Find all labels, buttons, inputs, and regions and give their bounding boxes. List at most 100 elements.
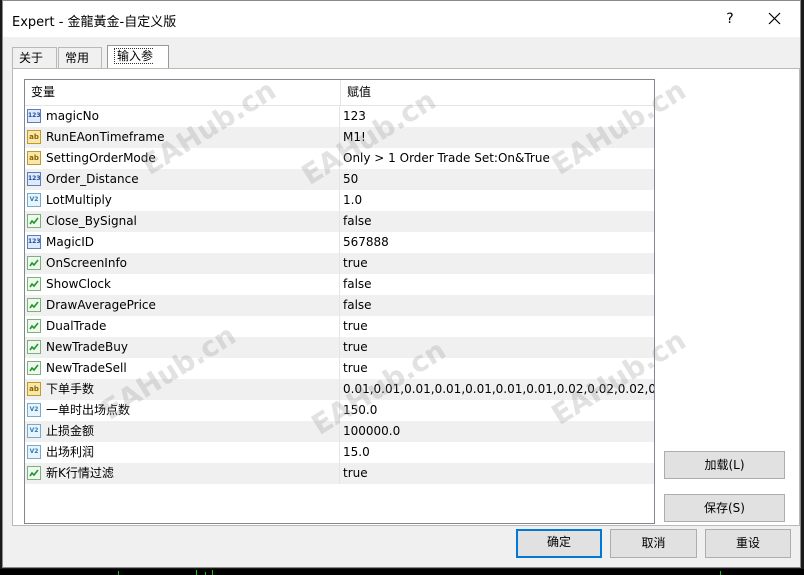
table-body: 123 magicNo 123 ab RunEAonTimeframe M1! ab Sett… xyxy=(25,106,654,484)
table-row[interactable]: V2 一单时出场点数 150.0 xyxy=(25,400,654,421)
table-row[interactable]: 123 Order_Distance 50 xyxy=(25,169,654,190)
table-row[interactable]: ShowClock false xyxy=(25,274,654,295)
parameter-value[interactable]: false xyxy=(342,274,654,295)
tab-common[interactable]: 常用 xyxy=(58,47,102,68)
parameter-value[interactable]: 1.0 xyxy=(342,190,654,211)
parameter-name: magicNo xyxy=(46,109,99,123)
reset-button[interactable]: 重设 xyxy=(705,529,791,558)
table-row[interactable]: DualTrade true xyxy=(25,316,654,337)
save-button[interactable]: 保存(S) xyxy=(664,494,785,522)
help-button[interactable]: ? xyxy=(718,7,742,31)
boolean-type-icon xyxy=(27,465,41,480)
parameter-value[interactable]: true xyxy=(342,337,654,358)
column-separator xyxy=(339,316,340,337)
close-icon xyxy=(768,12,780,25)
parameter-value[interactable]: 150.0 xyxy=(342,400,654,421)
table-row[interactable]: 新K行情过滤 true xyxy=(25,463,654,484)
table-row[interactable]: NewTradeBuy true xyxy=(25,337,654,358)
ok-button[interactable]: 确定 xyxy=(516,529,602,558)
table-row[interactable]: DrawAveragePrice false xyxy=(25,295,654,316)
table-row[interactable]: ab SettingOrderMode Only > 1 Order Trade S… xyxy=(25,148,654,169)
string-type-icon: ab xyxy=(27,129,41,144)
parameter-name-cell: DualTrade xyxy=(27,316,339,337)
parameters-table[interactable]: 变量 赋值 123 magicNo 123 ab RunEAonTimeframe M1!… xyxy=(24,79,655,524)
string-type-icon: ab xyxy=(27,381,41,396)
tab-about[interactable]: 关于 xyxy=(12,47,57,68)
parameter-name-cell: V2 出场利润 xyxy=(27,442,339,463)
title-bar: Expert - 金龍黃金-自定义版 ? xyxy=(3,1,800,37)
table-row[interactable]: Close_BySignal false xyxy=(25,211,654,232)
parameter-value[interactable]: true xyxy=(342,316,654,337)
parameter-name-cell: 123 Order_Distance xyxy=(27,169,339,190)
string-type-icon: ab xyxy=(27,150,41,165)
parameter-name-cell: V2 一单时出场点数 xyxy=(27,400,339,421)
column-separator xyxy=(339,211,340,232)
parameter-name: NewTradeBuy xyxy=(46,340,128,354)
parameter-name: RunEAonTimeframe xyxy=(46,130,165,144)
column-header-variable[interactable]: 变量 xyxy=(25,80,341,105)
parameter-name-cell: V2 LotMultiply xyxy=(27,190,339,211)
parameter-name-cell: OnScreenInfo xyxy=(27,253,339,274)
column-separator xyxy=(339,127,340,148)
parameter-value[interactable]: 0.01,0.01,0.01,0.01,0.01,0.01,0.01,0.02,… xyxy=(342,379,654,400)
parameter-name: DualTrade xyxy=(46,319,107,333)
double-type-icon: V2 xyxy=(27,423,41,438)
parameter-name: 下单手数 xyxy=(46,382,95,396)
tab-label: 关于 xyxy=(19,51,44,65)
parameter-name: DrawAveragePrice xyxy=(46,298,156,312)
parameter-name-cell: 123 MagicID xyxy=(27,232,339,253)
column-separator xyxy=(339,421,340,442)
parameter-value[interactable]: M1! xyxy=(342,127,654,148)
parameter-name-cell: 123 magicNo xyxy=(27,106,339,127)
parameter-name: 新K行情过滤 xyxy=(46,466,114,480)
parameter-value[interactable]: 50 xyxy=(342,169,654,190)
table-row[interactable]: V2 止损金额 100000.0 xyxy=(25,421,654,442)
parameter-value[interactable]: Only > 1 Order Trade Set:On&True xyxy=(342,148,654,169)
parameter-value[interactable]: true xyxy=(342,463,654,484)
column-separator xyxy=(339,379,340,400)
table-row[interactable]: OnScreenInfo true xyxy=(25,253,654,274)
parameter-name: MagicID xyxy=(46,235,95,249)
parameter-value[interactable]: 567888 xyxy=(342,232,654,253)
parameter-name: NewTradeSell xyxy=(46,361,127,375)
help-icon: ? xyxy=(726,11,734,27)
close-button[interactable] xyxy=(760,7,788,31)
table-row[interactable]: ab 下单手数 0.01,0.01,0.01,0.01,0.01,0.01,0.01… xyxy=(25,379,654,400)
table-row[interactable]: ab RunEAonTimeframe M1! xyxy=(25,127,654,148)
parameter-value[interactable]: false xyxy=(342,211,654,232)
column-header-value[interactable]: 赋值 xyxy=(341,80,654,105)
parameter-name-cell: DrawAveragePrice xyxy=(27,295,339,316)
window-title: Expert - 金龍黃金-自定义版 xyxy=(12,15,177,30)
background-chart-strip xyxy=(0,569,804,575)
double-type-icon: V2 xyxy=(27,444,41,459)
boolean-type-icon xyxy=(27,339,41,354)
parameter-value[interactable]: 123 xyxy=(342,106,654,127)
cancel-button[interactable]: 取消 xyxy=(610,529,697,558)
parameter-value[interactable]: true xyxy=(342,358,654,379)
parameter-name: Order_Distance xyxy=(46,172,139,186)
column-separator xyxy=(339,442,340,463)
column-separator xyxy=(339,358,340,379)
parameter-name-cell: ab SettingOrderMode xyxy=(27,148,339,169)
table-row[interactable]: V2 LotMultiply 1.0 xyxy=(25,190,654,211)
column-separator xyxy=(339,274,340,295)
tab-inputs[interactable]: 输入参数 xyxy=(107,45,169,85)
integer-type-icon: 123 xyxy=(27,171,41,186)
parameter-value[interactable]: false xyxy=(342,295,654,316)
boolean-type-icon xyxy=(27,213,41,228)
expert-properties-dialog: Expert - 金龍黃金-自定义版 ? 关于 常用 输入参数 变量 赋值 12… xyxy=(2,0,801,568)
table-row[interactable]: 123 MagicID 567888 xyxy=(25,232,654,253)
parameter-value[interactable]: 15.0 xyxy=(342,442,654,463)
load-button[interactable]: 加载(L) xyxy=(664,451,785,479)
table-row[interactable]: V2 出场利润 15.0 xyxy=(25,442,654,463)
boolean-type-icon xyxy=(27,276,41,291)
tab-label: 常用 xyxy=(65,51,90,65)
boolean-type-icon xyxy=(27,255,41,270)
double-type-icon: V2 xyxy=(27,402,41,417)
parameter-value[interactable]: true xyxy=(342,253,654,274)
table-row[interactable]: 123 magicNo 123 xyxy=(25,106,654,127)
parameter-value[interactable]: 100000.0 xyxy=(342,421,654,442)
boolean-type-icon xyxy=(27,360,41,375)
parameter-name-cell: 新K行情过滤 xyxy=(27,463,339,484)
table-row[interactable]: NewTradeSell true xyxy=(25,358,654,379)
